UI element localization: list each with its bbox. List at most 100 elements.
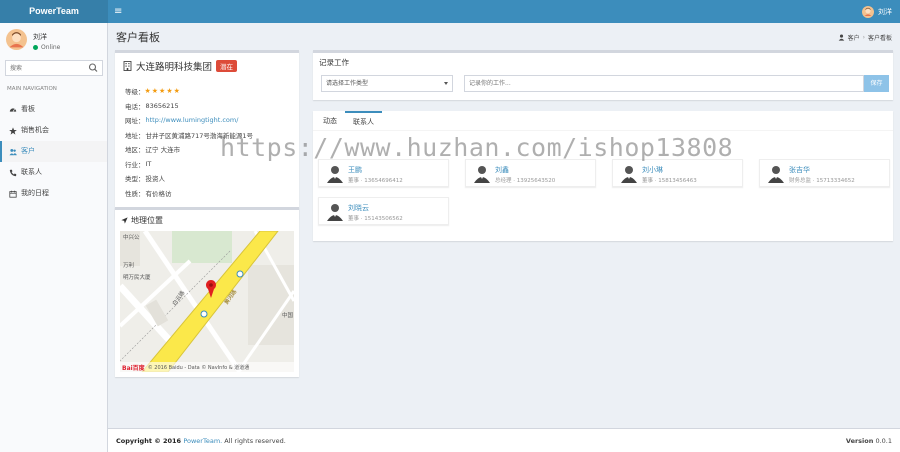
contact-card[interactable]: 王鹏 董事 · 13654696412	[318, 159, 449, 187]
field-label: 地址：	[125, 131, 145, 140]
field-label: 网址：	[125, 117, 145, 126]
field-value: 辽宁 大连市	[145, 146, 181, 155]
rating-stars-icon: ★★★★★	[144, 87, 181, 96]
sidebar-item-label: 联系人	[21, 168, 42, 176]
contact-avatar-icon	[327, 166, 343, 183]
tabs: 动态 联系人	[313, 111, 893, 131]
contact-info: 总经理 · 13925643520	[495, 178, 556, 184]
version: Version 0.0.1	[846, 437, 892, 445]
record-work-box: 记录工作 请选择工作类型 保存	[313, 50, 893, 100]
contact-avatar-icon	[768, 166, 784, 183]
company-field-industry: 行业： IT	[125, 157, 295, 172]
contact-card[interactable]: 刘鑫 总经理 · 13925643520	[465, 159, 596, 187]
breadcrumb-item-customers[interactable]: 客户	[848, 33, 860, 42]
location-title: 地理位置	[121, 215, 163, 226]
users-icon	[9, 148, 17, 155]
baidu-map[interactable]: 中兴公 万利 明万民大厦 白云路 中国 黄河路 Bai百度 © 2016 Bai…	[120, 231, 294, 372]
chevron-down-icon	[444, 82, 448, 85]
sidebar-item-label: 客户	[21, 147, 35, 155]
dashboard-icon	[9, 107, 17, 112]
map-label: 明万民大厦	[123, 275, 151, 281]
website-link[interactable]: http://www.lumingtight.com/	[146, 116, 239, 124]
breadcrumb-separator: ›	[862, 34, 865, 41]
version-label: Version	[845, 437, 874, 445]
sidebar-item-label: 看板	[21, 105, 35, 113]
contact-card[interactable]: 刘小琳 董事 · 15813456463	[612, 159, 743, 187]
field-value: 有价格访	[145, 189, 172, 198]
contact-info: 董事 · 13654696412	[348, 178, 403, 184]
breadcrumb: 客户 › 客户看板	[838, 33, 892, 42]
sidebar-nav: 看板 销售机会 客户 联系人 我的日程	[0, 99, 107, 204]
sidebar-item-customers[interactable]: 客户	[0, 141, 107, 162]
work-record-input[interactable]	[464, 75, 864, 92]
work-type-select[interactable]: 请选择工作类型	[321, 75, 453, 92]
company-name: 大连路明科技集团	[136, 62, 213, 73]
contact-avatar-icon	[474, 166, 490, 183]
user-icon	[838, 34, 844, 41]
sidebar-item-contacts[interactable]: 联系人	[0, 162, 107, 183]
footer-brand-link[interactable]: PowerTeam.	[183, 437, 222, 445]
company-field-region: 地区： 辽宁 大连市	[125, 142, 295, 157]
work-type-select-value: 请选择工作类型	[326, 80, 369, 87]
company-info-box: 大连路明科技集团 潜在 等级： ★★★★★ 电话： 83656215 网址： http…	[115, 50, 299, 219]
field-value: 投资人	[145, 175, 166, 184]
copyright-prefix: Copyright © 2016	[116, 437, 184, 445]
sidebar-item-label: 销售机会	[21, 126, 49, 134]
contact-name[interactable]: 张吉华	[789, 165, 810, 175]
contact-info: 财务总监 · 15713334652	[789, 178, 855, 184]
company-header: 大连路明科技集团 潜在	[123, 59, 238, 73]
avatar-icon	[862, 5, 874, 18]
contact-name[interactable]: 刘小琳	[642, 165, 663, 175]
company-field-website: 网址： http://www.lumingtight.com/	[125, 113, 295, 128]
copyright-suffix: All rights reserved.	[222, 437, 286, 445]
sidebar-item-schedule[interactable]: 我的日程	[0, 183, 107, 204]
location-title-label: 地理位置	[131, 216, 163, 225]
baidu-logo[interactable]: Bai百度	[122, 363, 145, 372]
calendar-icon	[9, 190, 17, 198]
page-title: 客户看板	[116, 31, 160, 44]
contact-name[interactable]: 刘鑫	[495, 165, 509, 175]
user-menu-name: 刘洋	[878, 7, 892, 16]
save-button[interactable]: 保存	[864, 75, 889, 92]
main-content: 客户看板 客户 › 客户看板 大连路明科技集团 潜在 等级： ★★★★★ 电话： 8…	[108, 23, 900, 428]
user-status: Online	[33, 44, 60, 51]
nav-header: MAIN NAVIGATION	[7, 86, 57, 92]
company-field-address: 地址： 甘井子区黄浦路717号渤海新能源1号	[125, 128, 295, 143]
brand-logo[interactable]: PowerTeam	[0, 0, 108, 23]
user-menu[interactable]: 刘洋	[862, 0, 892, 23]
activity-contacts-box: 动态 联系人 王鹏 董事 · 13654696412 刘鑫 总经理 · 1392…	[313, 111, 893, 241]
breadcrumb-item-current: 客户看板	[867, 35, 892, 42]
tab-activity[interactable]: 动态	[315, 111, 345, 130]
star-icon	[9, 126, 17, 135]
field-value: IT	[145, 159, 152, 168]
contact-info: 董事 · 15813456463	[642, 178, 697, 184]
map-label: 中兴公	[123, 235, 140, 241]
sidebar-search-input[interactable]	[6, 61, 84, 75]
phone-icon	[9, 169, 17, 176]
company-rating: 等级： ★★★★★	[125, 84, 295, 99]
online-dot-icon	[33, 45, 38, 50]
user-name: 刘洋	[33, 33, 47, 41]
sidebar-search	[5, 60, 103, 76]
map-attribution-text: © 2016 Baidu - Data © NavInfo & 道道通	[147, 364, 250, 371]
contact-card[interactable]: 刘晓云 董事 · 15143506562	[318, 197, 449, 225]
company-fields: 等级： ★★★★★ 电话： 83656215 网址： http://www.lumin…	[125, 84, 295, 200]
search-icon[interactable]	[88, 62, 98, 74]
contact-name[interactable]: 刘晓云	[348, 203, 369, 213]
menu-toggle-icon[interactable]: ≡	[114, 0, 122, 23]
sidebar-item-label: 我的日程	[21, 189, 49, 197]
field-label: 电话：	[125, 102, 145, 111]
location-arrow-icon	[121, 217, 128, 224]
sidebar-item-dashboard[interactable]: 看板	[0, 99, 107, 120]
copyright: Copyright © 2016 PowerTeam. All rights r…	[116, 437, 286, 445]
user-status-label: Online	[41, 44, 61, 51]
contact-card[interactable]: 张吉华 财务总监 · 15713334652	[759, 159, 890, 187]
sidebar: 刘洋 Online MAIN NAVIGATION 看板 销售机会 客户 联系人…	[0, 23, 108, 452]
field-label: 等级：	[125, 88, 145, 97]
contact-name[interactable]: 王鹏	[348, 165, 362, 175]
contact-avatar-icon	[621, 166, 637, 183]
sidebar-item-opportunities[interactable]: 销售机会	[0, 120, 107, 141]
field-value: 83656215	[145, 101, 179, 110]
field-value: 甘井子区黄浦路717号渤海新能源1号	[145, 131, 254, 140]
tab-contacts[interactable]: 联系人	[345, 111, 382, 130]
